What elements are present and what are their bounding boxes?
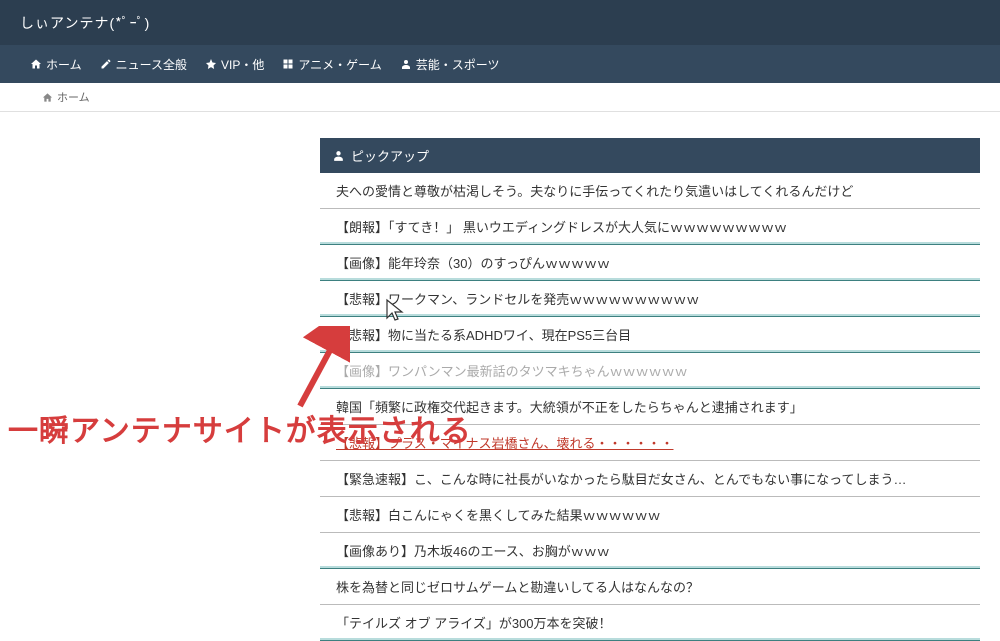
arrow-annotation-icon bbox=[290, 326, 350, 416]
nav-vip-label: VIP・他 bbox=[221, 56, 264, 73]
list-item[interactable]: 【画像】ワンパンマン最新話のタツマキちゃんｗｗｗｗｗｗ bbox=[320, 353, 980, 389]
person-icon bbox=[400, 58, 412, 70]
star-icon bbox=[205, 58, 217, 70]
main-nav: ホーム ニュース全般 VIP・他 アニメ・ゲーム 芸能・スポーツ bbox=[0, 45, 1000, 83]
site-title: しぃアンテナ(*ﾟｰﾟ) bbox=[20, 13, 150, 33]
main-content: ピックアップ 夫への愛情と尊敬が枯渇しそう。夫なりに手伝ってくれたり気遣いはして… bbox=[320, 138, 980, 641]
nav-entertainment[interactable]: 芸能・スポーツ bbox=[400, 56, 500, 73]
list-item[interactable]: 株を為替と同じゼロサムゲームと勘違いしてる人はなんなの？ bbox=[320, 569, 980, 605]
list-item[interactable]: 「テイルズ オブ アライズ」が300万本を突破！ bbox=[320, 605, 980, 641]
pencil-icon bbox=[100, 58, 112, 70]
pickup-header: ピックアップ bbox=[320, 138, 980, 173]
nav-news[interactable]: ニュース全般 bbox=[100, 56, 187, 73]
list-item[interactable]: 【悲報】物に当たる系ADHDワイ、現在PS5三台目 bbox=[320, 317, 980, 353]
list-item[interactable]: 【悲報】白こんにゃくを黒くしてみた結果ｗｗｗｗｗｗ bbox=[320, 497, 980, 533]
nav-entertainment-label: 芸能・スポーツ bbox=[416, 56, 500, 73]
nav-anime[interactable]: アニメ・ゲーム bbox=[282, 56, 381, 73]
list-item[interactable]: 夫への愛情と尊敬が枯渇しそう。夫なりに手伝ってくれたり気遣いはしてくれるんだけど bbox=[320, 173, 980, 209]
list-item[interactable]: 【緊急速報】こ、こんな時に社長がいなかったら駄目だ女さん、とんでもない事になって… bbox=[320, 461, 980, 497]
person-icon bbox=[332, 149, 345, 162]
list-item[interactable]: 【朗報】「すてき！」 黒いウエディングドレスが大人気にｗｗｗｗｗｗｗｗｗ bbox=[320, 209, 980, 245]
home-icon bbox=[42, 92, 53, 103]
list-item[interactable]: 【悲報】ワークマン、ランドセルを発売ｗｗｗｗｗｗｗｗｗｗ bbox=[320, 281, 980, 317]
nav-home[interactable]: ホーム bbox=[30, 56, 82, 73]
list-item[interactable]: 【画像あり】乃木坂46のエース、お胸がｗｗｗ bbox=[320, 533, 980, 569]
annotation-text: 一瞬アンテナサイトが表示される bbox=[8, 406, 472, 450]
home-icon bbox=[30, 58, 42, 70]
nav-home-label: ホーム bbox=[46, 56, 82, 73]
nav-anime-label: アニメ・ゲーム bbox=[298, 56, 381, 73]
breadcrumb: ホーム bbox=[0, 83, 1000, 112]
grid-icon bbox=[282, 58, 294, 70]
site-header: しぃアンテナ(*ﾟｰﾟ) bbox=[0, 0, 1000, 45]
mouse-cursor-icon bbox=[385, 298, 405, 324]
breadcrumb-home[interactable]: ホーム bbox=[57, 89, 90, 105]
list-item[interactable]: 【画像】能年玲奈（30）のすっぴんｗｗｗｗｗ bbox=[320, 245, 980, 281]
nav-news-label: ニュース全般 bbox=[116, 56, 187, 73]
pickup-title: ピックアップ bbox=[351, 146, 429, 165]
nav-vip[interactable]: VIP・他 bbox=[205, 56, 264, 73]
